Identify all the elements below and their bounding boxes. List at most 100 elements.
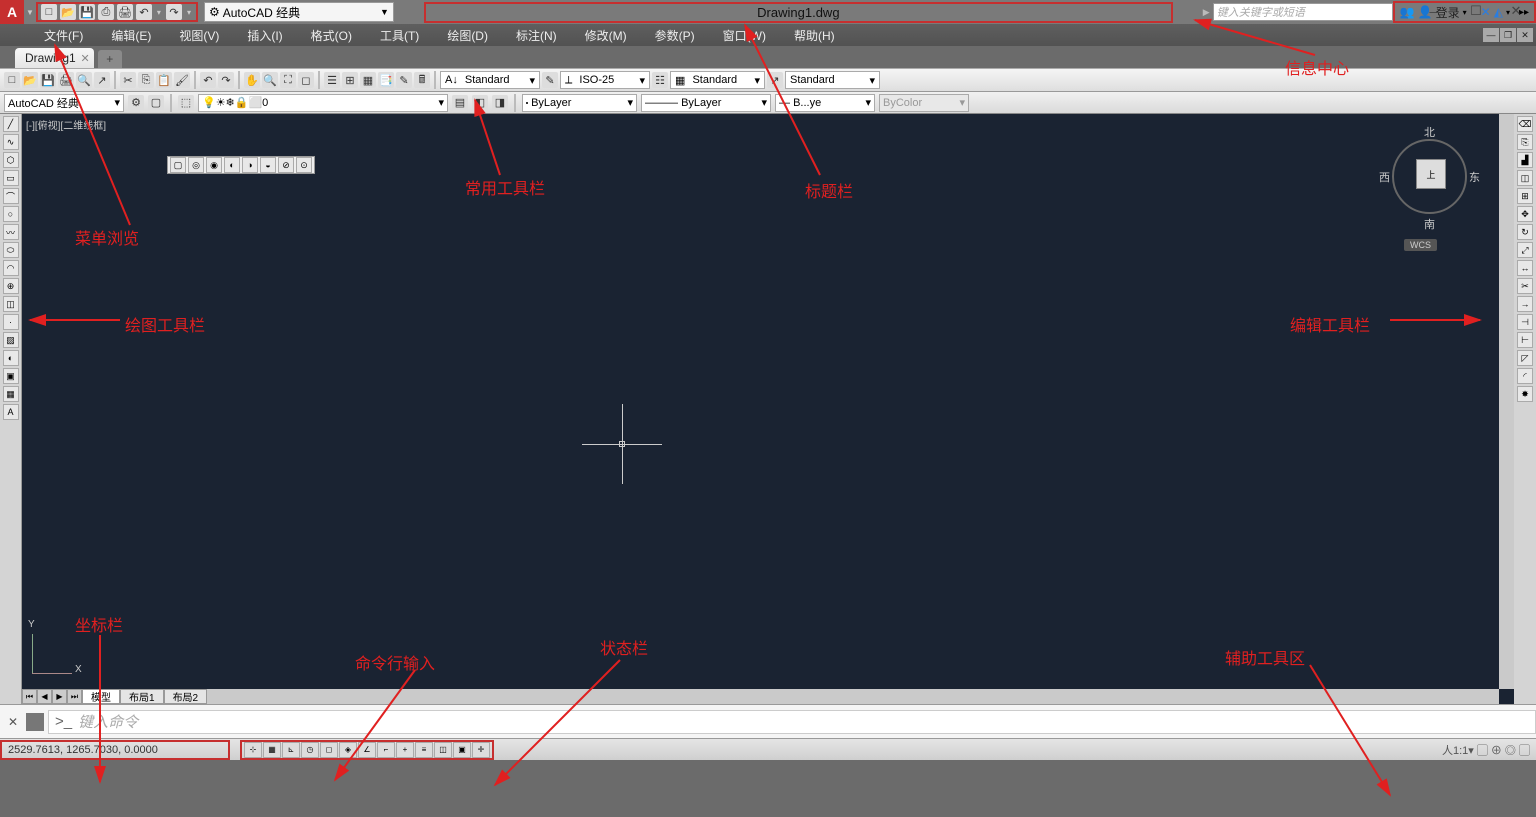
layout-tab-model[interactable]: 模型: [82, 689, 120, 704]
paste-icon[interactable]: 📋: [156, 72, 172, 88]
doc-tab[interactable]: Drawing1 ✕: [15, 48, 94, 68]
linetype-dd[interactable]: ——— ByLayer▾: [641, 94, 771, 112]
tpy-toggle[interactable]: ◫: [434, 742, 452, 758]
qp-toggle[interactable]: ▣: [453, 742, 471, 758]
block-icon[interactable]: ◫: [3, 296, 19, 312]
ws-settings-icon[interactable]: ⚙: [128, 95, 144, 111]
plotstyle-dd[interactable]: ByColor▾: [879, 94, 969, 112]
new-icon[interactable]: □: [41, 4, 57, 20]
pan-icon[interactable]: ✋: [244, 72, 260, 88]
menu-window[interactable]: 窗口(W): [709, 24, 780, 46]
mdi-close[interactable]: ✕: [1517, 28, 1533, 42]
open-icon[interactable]: 📂: [22, 72, 38, 88]
table-icon[interactable]: ▦: [3, 386, 19, 402]
menu-dim[interactable]: 标注(N): [502, 24, 571, 46]
zoom-win-icon[interactable]: ◻: [298, 72, 314, 88]
polar-toggle[interactable]: ◷: [301, 742, 319, 758]
dc-icon[interactable]: ⊞: [342, 72, 358, 88]
layer-dd[interactable]: 💡☀❄🔒⬜ 0▾: [198, 94, 448, 112]
viewport-label[interactable]: [-][俯视][二维线框]: [26, 117, 106, 132]
menu-draw[interactable]: 绘图(D): [433, 24, 502, 46]
stretch-icon[interactable]: ↔: [1517, 260, 1533, 276]
menu-param[interactable]: 参数(P): [641, 24, 709, 46]
status-right[interactable]: 人1:1▾ ▢ ⊕ ◎ ▢: [1442, 742, 1536, 758]
copy-icon[interactable]: ⎘: [138, 72, 154, 88]
ellipse-arc-icon[interactable]: ◠: [3, 260, 19, 276]
app-icon[interactable]: A: [0, 0, 24, 24]
ortho-toggle[interactable]: ⊾: [282, 742, 300, 758]
print-icon[interactable]: 🖨: [117, 4, 133, 20]
tab-next[interactable]: ▶: [52, 689, 67, 704]
gradient-icon[interactable]: ◐: [3, 350, 19, 366]
props-icon[interactable]: ☰: [324, 72, 340, 88]
tab-first[interactable]: ⏮: [22, 689, 37, 704]
lwt-toggle[interactable]: ≡: [415, 742, 433, 758]
undo-icon[interactable]: ↶: [136, 4, 152, 20]
hatch-icon[interactable]: ▨: [3, 332, 19, 348]
undo-icon[interactable]: ↶: [200, 72, 216, 88]
trim-icon[interactable]: ✂: [1517, 278, 1533, 294]
drawing-canvas[interactable]: [-][俯视][二维线框] ▢◎ ◉◐ ◑◒ ⊘⊙ Y X 北 南 西 东 上 …: [22, 114, 1514, 704]
rotate-icon[interactable]: ↻: [1517, 224, 1533, 240]
command-input[interactable]: >_ 键入命令: [48, 710, 1536, 734]
menu-view[interactable]: 视图(V): [165, 24, 233, 46]
pline-icon[interactable]: ∿: [3, 134, 19, 150]
close-button[interactable]: ✕: [1496, 0, 1536, 22]
sc-toggle[interactable]: ✛: [472, 742, 490, 758]
arc-icon[interactable]: ⌒: [3, 188, 19, 204]
tab-prev[interactable]: ◀: [37, 689, 52, 704]
layer-icon[interactable]: ⬚: [178, 95, 194, 111]
array-icon[interactable]: ⊞: [1517, 188, 1533, 204]
offset-icon[interactable]: ◫: [1517, 170, 1533, 186]
horizontal-scrollbar[interactable]: ⏮ ◀ ▶ ⏭ 模型 布局1 布局2: [22, 689, 1499, 704]
view-cube[interactable]: 北 南 西 东 上 WCS: [1384, 124, 1474, 224]
menu-modify[interactable]: 修改(M): [571, 24, 641, 46]
table-style-dd[interactable]: ▦ Standard▾: [670, 71, 765, 89]
explode-icon[interactable]: ✸: [1517, 386, 1533, 402]
cmd-config-icon[interactable]: [26, 713, 44, 731]
grid-toggle[interactable]: ▦: [263, 742, 281, 758]
qcalc-icon[interactable]: 🖩: [414, 72, 430, 88]
line-icon[interactable]: ╱: [3, 116, 19, 132]
mdi-min[interactable]: —: [1483, 28, 1499, 42]
save-icon[interactable]: 💾: [40, 72, 56, 88]
region-icon[interactable]: ▣: [3, 368, 19, 384]
osnap-toggle[interactable]: ◻: [320, 742, 338, 758]
app-menu-arrow[interactable]: ▼: [24, 8, 36, 17]
markup-icon[interactable]: ✎: [396, 72, 412, 88]
cmd-close-icon[interactable]: ✕: [4, 713, 22, 731]
coordinates[interactable]: 2529.7613, 1265.7030, 0.0000: [0, 740, 230, 760]
cut-icon[interactable]: ✂: [120, 72, 136, 88]
tp-icon[interactable]: ▦: [360, 72, 376, 88]
new-tab-button[interactable]: +: [98, 50, 122, 68]
menu-insert[interactable]: 插入(I): [233, 24, 296, 46]
copy2-icon[interactable]: ⎘: [1517, 134, 1533, 150]
preview-icon[interactable]: 🔍: [76, 72, 92, 88]
tab-last[interactable]: ⏭: [67, 689, 82, 704]
fillet-icon[interactable]: ◜: [1517, 368, 1533, 384]
workspace-dd[interactable]: AutoCAD 经典▾: [4, 94, 124, 112]
break-icon[interactable]: ⊣: [1517, 314, 1533, 330]
redo-icon[interactable]: ↷: [218, 72, 234, 88]
move-icon[interactable]: ✥: [1517, 206, 1533, 222]
rect-icon[interactable]: ▭: [3, 170, 19, 186]
extend-icon[interactable]: →: [1517, 296, 1533, 312]
chamfer-icon[interactable]: ◸: [1517, 350, 1533, 366]
erase-icon[interactable]: ⌫: [1517, 116, 1533, 132]
mtext-icon[interactable]: A: [3, 404, 19, 420]
polygon-icon[interactable]: ⬡: [3, 152, 19, 168]
layout-tab-2[interactable]: 布局2: [164, 689, 208, 704]
dim-style-dd[interactable]: ⟂ ISO-25▾: [560, 71, 650, 89]
sheet-icon[interactable]: 📑: [378, 72, 394, 88]
new-icon[interactable]: □: [4, 72, 20, 88]
print-icon[interactable]: 🖨: [58, 72, 74, 88]
search-input[interactable]: 键入关键字或短语: [1213, 3, 1393, 21]
menu-edit[interactable]: 编辑(E): [97, 24, 165, 46]
dyn-toggle[interactable]: +: [396, 742, 414, 758]
menu-tools[interactable]: 工具(T): [366, 24, 433, 46]
publish-icon[interactable]: ↗: [94, 72, 110, 88]
ellipse-icon[interactable]: ⬭: [3, 242, 19, 258]
ml-style-dd[interactable]: Standard▾: [785, 71, 880, 89]
zoom-ext-icon[interactable]: ⛶: [280, 72, 296, 88]
circle-icon[interactable]: ○: [3, 206, 19, 222]
